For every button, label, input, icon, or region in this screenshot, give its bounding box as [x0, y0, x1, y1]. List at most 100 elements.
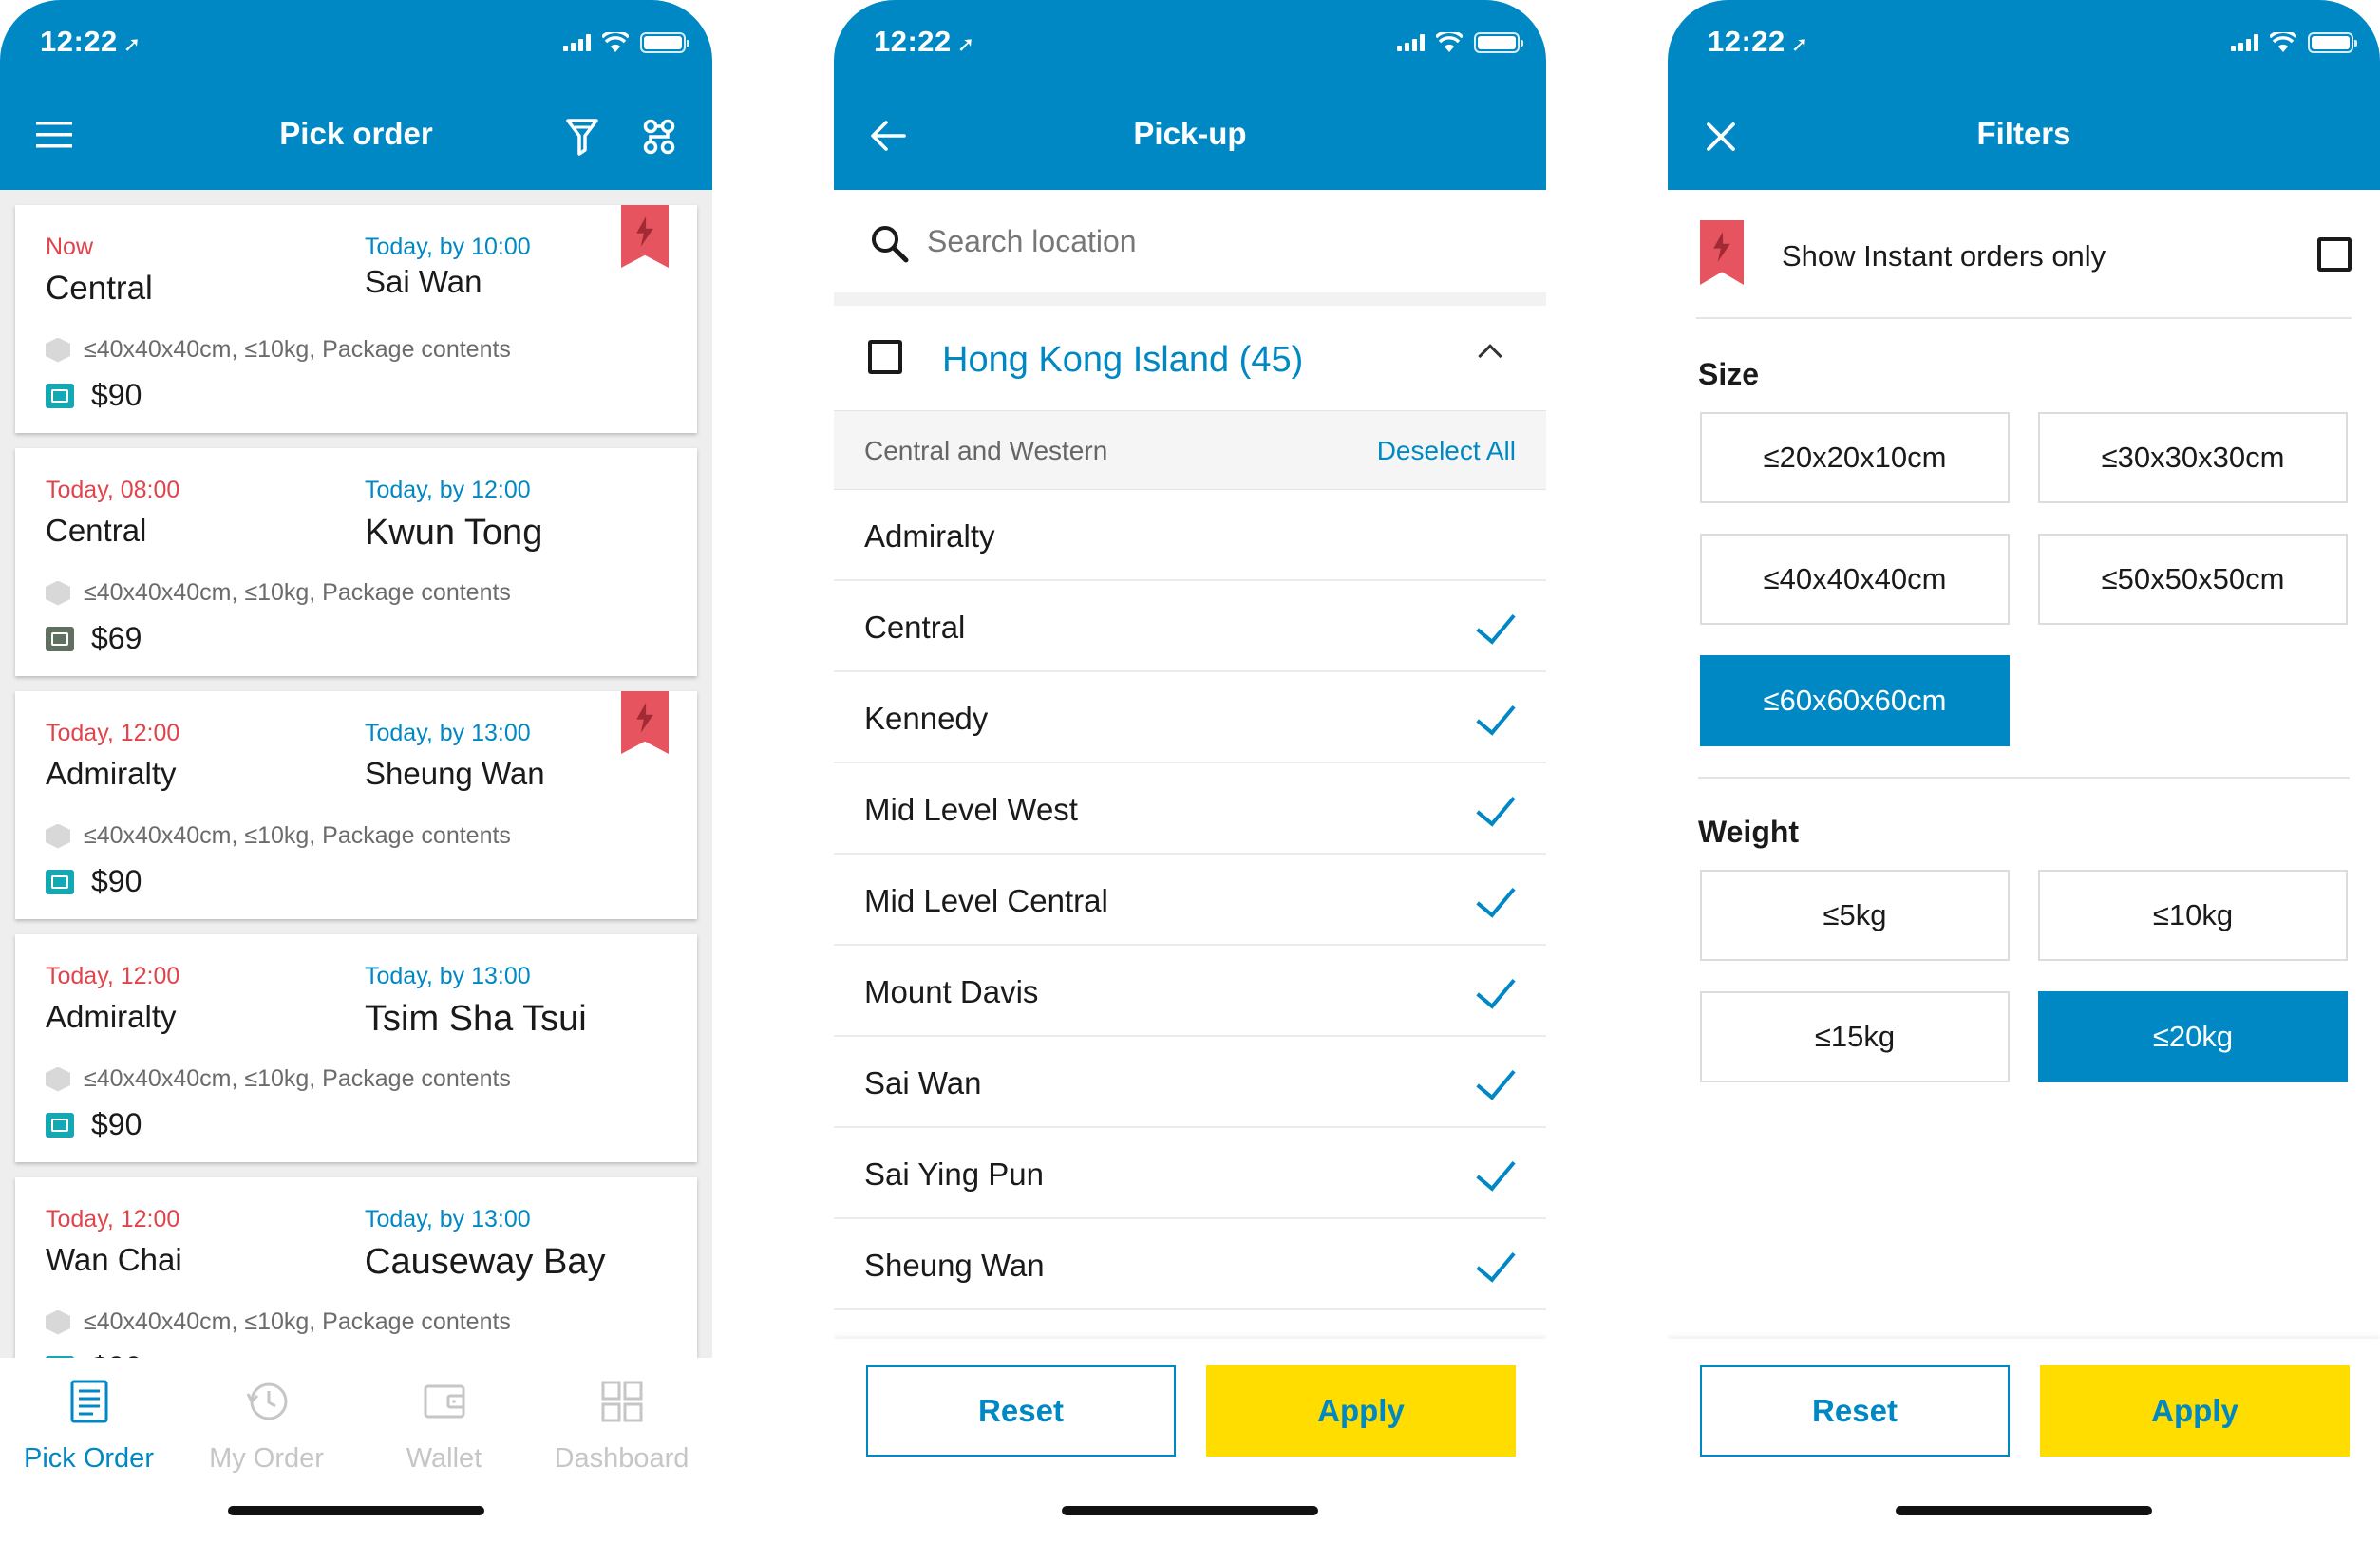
pickup-time: Today, 12:00	[46, 1206, 180, 1232]
region-checkbox[interactable]	[868, 340, 902, 374]
deliver-by: Today, by 13:00	[365, 1206, 531, 1232]
deselect-all-button[interactable]: Deselect All	[1377, 436, 1516, 466]
package-icon	[46, 580, 70, 606]
dropoff-location: Causeway Bay	[365, 1242, 606, 1282]
weight-option[interactable]: ≤15kg	[1700, 991, 2010, 1082]
weight-option[interactable]: ≤10kg	[2038, 870, 2348, 961]
package-info: ≤40x40x40cm, ≤10kg, Package contents	[46, 1308, 511, 1336]
instant-orders-label: Show Instant orders only	[1782, 239, 2106, 273]
apply-button[interactable]: Apply	[1206, 1365, 1516, 1457]
weight-option-selected[interactable]: ≤20kg	[2038, 991, 2348, 1082]
check-icon	[1476, 1059, 1516, 1100]
cash-icon	[46, 1112, 74, 1138]
location-name: Sai Ying Pun	[864, 1156, 1044, 1192]
region-title: Hong Kong Island (45)	[942, 340, 1304, 380]
app-header: 12:22 ➚ Pick-up	[834, 0, 1546, 190]
filter-icon[interactable]	[566, 118, 598, 156]
status-icons	[563, 32, 689, 53]
pickup-time: Today, 12:00	[46, 963, 180, 989]
reset-button[interactable]: Reset	[866, 1365, 1176, 1457]
price: $90	[46, 1350, 142, 1358]
size-option[interactable]: ≤40x40x40cm	[1700, 534, 2010, 625]
location-name: Sheung Wan	[864, 1248, 1045, 1283]
location-row[interactable]: Central	[834, 581, 1546, 672]
location-name: Admiralty	[864, 518, 995, 554]
instant-bolt-icon	[1700, 220, 1744, 285]
status-icons	[1397, 32, 1523, 53]
price: $90	[46, 1107, 142, 1142]
tab-label: Pick Order	[24, 1443, 154, 1474]
battery-icon	[640, 32, 689, 53]
tab-my-order[interactable]: My Order	[178, 1358, 355, 1475]
chevron-up-icon[interactable]	[1478, 344, 1502, 368]
wallet-icon	[424, 1384, 464, 1419]
size-option[interactable]: ≤30x30x30cm	[2038, 412, 2348, 503]
location-row[interactable]: Sai Wan	[834, 1037, 1546, 1128]
pickup-location: Admiralty	[46, 999, 177, 1034]
app-header: 12:22 ➚ Pick order	[0, 0, 712, 190]
search-icon	[872, 226, 909, 263]
location-row[interactable]: Kennedy	[834, 672, 1546, 763]
price: $90	[46, 378, 142, 413]
tab-label: My Order	[209, 1443, 324, 1474]
tab-wallet[interactable]: Wallet	[355, 1358, 533, 1475]
dropoff-location: Sheung Wan	[365, 756, 545, 791]
order-card[interactable]: Today, 12:00 Today, by 13:00 Wan Chai Ca…	[15, 1177, 697, 1358]
signal-icon	[1397, 34, 1425, 51]
order-card[interactable]: Now Today, by 10:00 Central Sai Wan ≤40x…	[15, 205, 697, 433]
search-input[interactable]: Search location	[927, 224, 1137, 259]
divider	[1698, 777, 2350, 779]
apply-button[interactable]: Apply	[2040, 1365, 2350, 1457]
battery-icon	[1474, 32, 1523, 53]
size-option[interactable]: ≤20x20x10cm	[1700, 412, 2010, 503]
instant-orders-checkbox[interactable]	[2317, 237, 2352, 272]
signal-icon	[563, 34, 591, 51]
home-indicator	[1062, 1506, 1318, 1515]
check-icon	[1476, 785, 1516, 827]
size-option[interactable]: ≤50x50x50cm	[2038, 534, 2348, 625]
pickup-location: Central	[46, 513, 147, 548]
location-row[interactable]: Sai Ying Pun	[834, 1128, 1546, 1219]
bottom-tab-bar: Pick Order My Order Wallet Dashboard	[0, 1358, 712, 1542]
location-name: Central	[864, 610, 966, 645]
cash-icon	[46, 626, 74, 651]
pickup-location: Admiralty	[46, 756, 177, 791]
order-card[interactable]: Today, 12:00 Today, by 13:00 Admiralty S…	[15, 691, 697, 919]
location-row[interactable]: Sheung Wan	[834, 1219, 1546, 1310]
region-group-header[interactable]: Hong Kong Island (45)	[834, 306, 1546, 410]
size-section-title: Size	[1698, 357, 1760, 391]
pickup-location: Central	[46, 270, 153, 307]
home-indicator	[228, 1506, 484, 1515]
wifi-icon	[602, 32, 629, 52]
action-footer: Reset Apply	[834, 1339, 1546, 1542]
order-card[interactable]: Today, 08:00 Today, by 12:00 Central Kwu…	[15, 448, 697, 676]
clock-icon	[246, 1382, 287, 1420]
reset-button[interactable]: Reset	[1700, 1365, 2010, 1457]
battery-icon	[2308, 32, 2357, 53]
pickup-time: Today, 12:00	[46, 720, 180, 746]
location-row[interactable]: Mid Level Central	[834, 855, 1546, 946]
weight-option[interactable]: ≤5kg	[1700, 870, 2010, 961]
package-icon	[46, 1066, 70, 1092]
page-title: Filters	[1976, 116, 2071, 151]
tab-pick-order[interactable]: Pick Order	[0, 1358, 178, 1475]
dropoff-location: Sai Wan	[365, 264, 482, 299]
size-option-selected[interactable]: ≤60x60x60cm	[1700, 655, 2010, 746]
wifi-icon	[1436, 32, 1463, 52]
pickup-time: Now	[46, 234, 94, 260]
cash-icon	[46, 869, 74, 894]
instant-orders-toggle-row[interactable]: Show Instant orders only	[1696, 209, 2352, 319]
order-card[interactable]: Today, 12:00 Today, by 13:00 Admiralty T…	[15, 934, 697, 1162]
price: $90	[46, 864, 142, 899]
location-row[interactable]: Admiralty	[834, 490, 1546, 581]
tab-dashboard[interactable]: Dashboard	[533, 1358, 710, 1475]
location-row[interactable]: Mount Davis	[834, 946, 1546, 1037]
pickup-time: Today, 08:00	[46, 477, 180, 503]
package-info: ≤40x40x40cm, ≤10kg, Package contents	[46, 822, 511, 850]
location-row[interactable]: Mid Level West	[834, 763, 1546, 855]
search-bar[interactable]: Search location	[834, 190, 1546, 294]
page-title: Pick-up	[1133, 116, 1247, 151]
weight-section-title: Weight	[1698, 815, 1800, 849]
check-icon	[1476, 1241, 1516, 1283]
route-icon[interactable]	[642, 118, 676, 156]
